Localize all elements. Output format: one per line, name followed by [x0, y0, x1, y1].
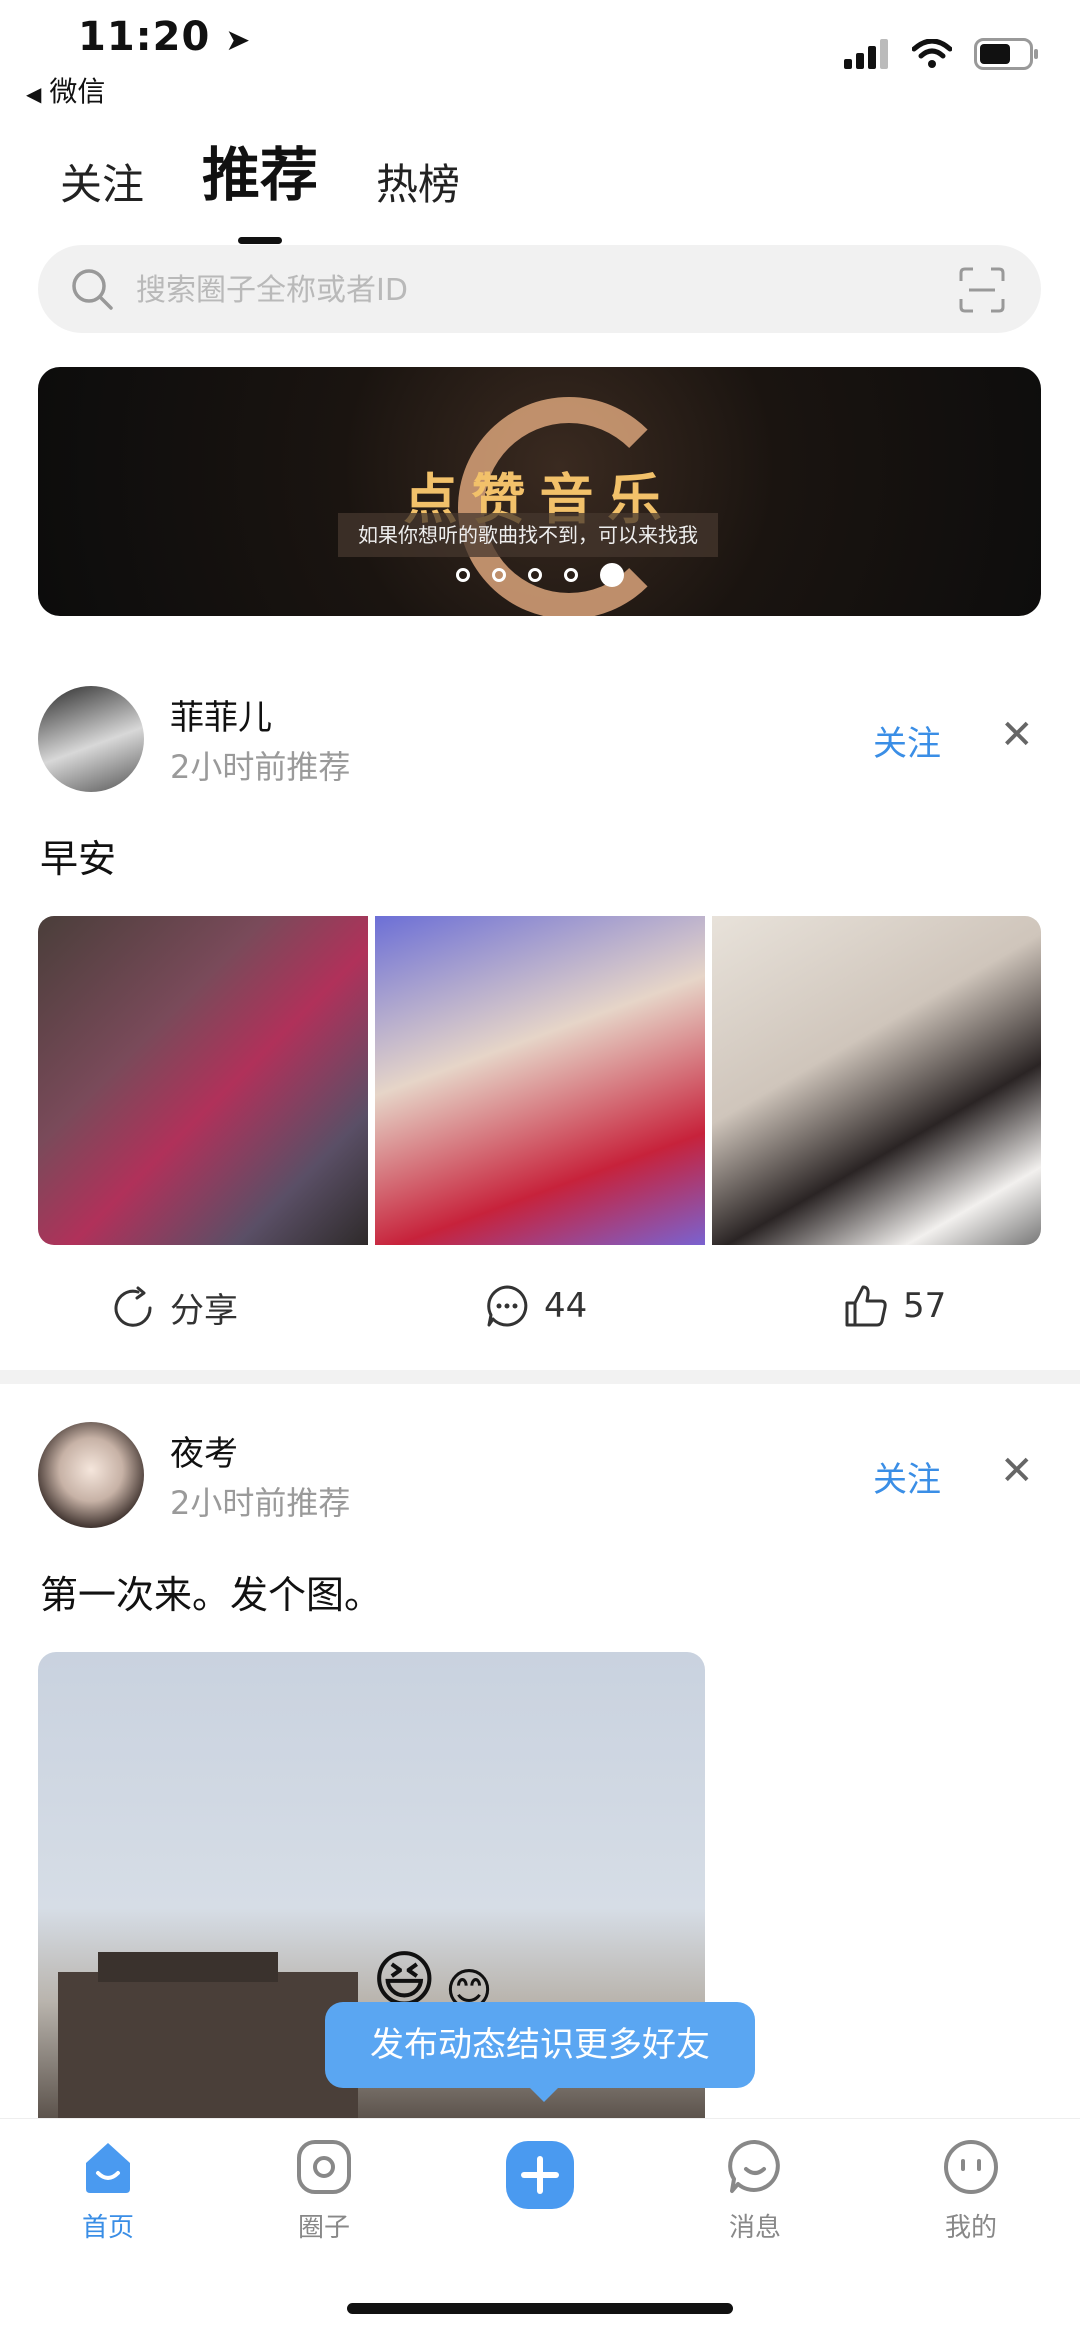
- wifi-icon: [912, 39, 952, 68]
- post-divider: [0, 1370, 1080, 1384]
- like-count: 57: [903, 1286, 947, 1326]
- search-icon: [72, 269, 113, 310]
- post-meta: 2小时前推荐: [170, 748, 351, 786]
- post-username[interactable]: 菲菲儿: [170, 690, 272, 739]
- back-triangle-icon: ◀: [26, 82, 42, 106]
- carousel-dot[interactable]: [563, 568, 578, 582]
- tab-recommend[interactable]: 推荐: [202, 128, 319, 244]
- post-text: 早安: [40, 837, 117, 881]
- share-button[interactable]: 分享: [110, 1283, 238, 1332]
- nav-publish[interactable]: [470, 2139, 610, 2215]
- profile-icon: [944, 2140, 998, 2194]
- tab-recommend-label: 推荐: [202, 141, 319, 209]
- tab-follow[interactable]: 关注: [60, 151, 144, 212]
- status-icons: [844, 38, 1040, 70]
- nav-circle[interactable]: 圈子: [254, 2139, 394, 2244]
- location-arrow-icon: ➤: [225, 23, 252, 58]
- dismiss-icon[interactable]: ✕: [1000, 712, 1034, 758]
- post-image[interactable]: [38, 916, 368, 1245]
- carousel-dot[interactable]: [455, 568, 470, 582]
- tab-hot[interactable]: 热榜: [376, 151, 460, 212]
- search-bar: [38, 245, 1041, 335]
- roof-shape: [98, 1952, 278, 1982]
- follow-button[interactable]: 关注: [873, 1452, 941, 1501]
- carousel-dots: [38, 563, 1041, 587]
- dismiss-icon[interactable]: ✕: [1000, 1448, 1034, 1494]
- nav-messages-label: 消息: [728, 2213, 781, 2243]
- active-tab-indicator: [238, 237, 283, 244]
- avatar[interactable]: [38, 686, 144, 792]
- nav-home[interactable]: 首页: [38, 2139, 178, 2244]
- nav-profile-label: 我的: [944, 2213, 997, 2243]
- home-indicator[interactable]: [347, 2303, 733, 2314]
- message-icon: [728, 2139, 780, 2193]
- post-image[interactable]: [375, 916, 705, 1245]
- nav-profile[interactable]: 我的: [901, 2139, 1041, 2244]
- search-input[interactable]: [134, 245, 918, 335]
- back-to-app-button[interactable]: ◀ 微信: [26, 70, 105, 110]
- status-time: 11:20 ➤: [78, 14, 251, 60]
- post-text: 第一次来。发个图。: [40, 1573, 383, 1617]
- carousel-dot[interactable]: [527, 568, 542, 582]
- feed-tabs: 关注 推荐 热榜: [60, 128, 518, 244]
- battery-icon: [974, 38, 1038, 70]
- circle-icon: [297, 2140, 351, 2194]
- nav-circle-label: 圈子: [297, 2213, 350, 2243]
- signal-icon: [844, 39, 888, 69]
- thumbs-up-icon: [845, 1285, 887, 1327]
- share-label: 分享: [170, 1291, 238, 1331]
- carousel-dot-active[interactable]: [599, 563, 624, 587]
- carousel-dot[interactable]: [491, 568, 506, 582]
- nav-home-label: 首页: [81, 2213, 134, 2243]
- building-shape: [58, 1972, 358, 2118]
- banner-subtitle: 如果你想听的歌曲找不到，可以来找我: [338, 513, 718, 557]
- comment-count: 44: [544, 1286, 588, 1326]
- comment-button[interactable]: 44: [484, 1283, 587, 1329]
- banner-carousel[interactable]: 点赞音乐 如果你想听的歌曲找不到，可以来找我: [38, 367, 1041, 616]
- back-app-label: 微信: [49, 75, 106, 108]
- post-meta: 2小时前推荐: [170, 1484, 351, 1522]
- publish-tip-toast[interactable]: 发布动态结识更多好友: [325, 2002, 755, 2102]
- comment-icon: [487, 1285, 528, 1327]
- nav-messages[interactable]: 消息: [685, 2139, 825, 2244]
- avatar[interactable]: [38, 1422, 144, 1528]
- like-button[interactable]: 57: [843, 1283, 946, 1329]
- scan-icon[interactable]: [959, 267, 1005, 313]
- time-text: 11:20: [78, 14, 211, 60]
- follow-button[interactable]: 关注: [873, 716, 941, 765]
- post-username[interactable]: 夜考: [170, 1426, 238, 1475]
- post-image[interactable]: [712, 916, 1041, 1245]
- plus-icon: [506, 2141, 574, 2209]
- share-icon: [114, 1286, 152, 1327]
- home-icon: [86, 2143, 130, 2193]
